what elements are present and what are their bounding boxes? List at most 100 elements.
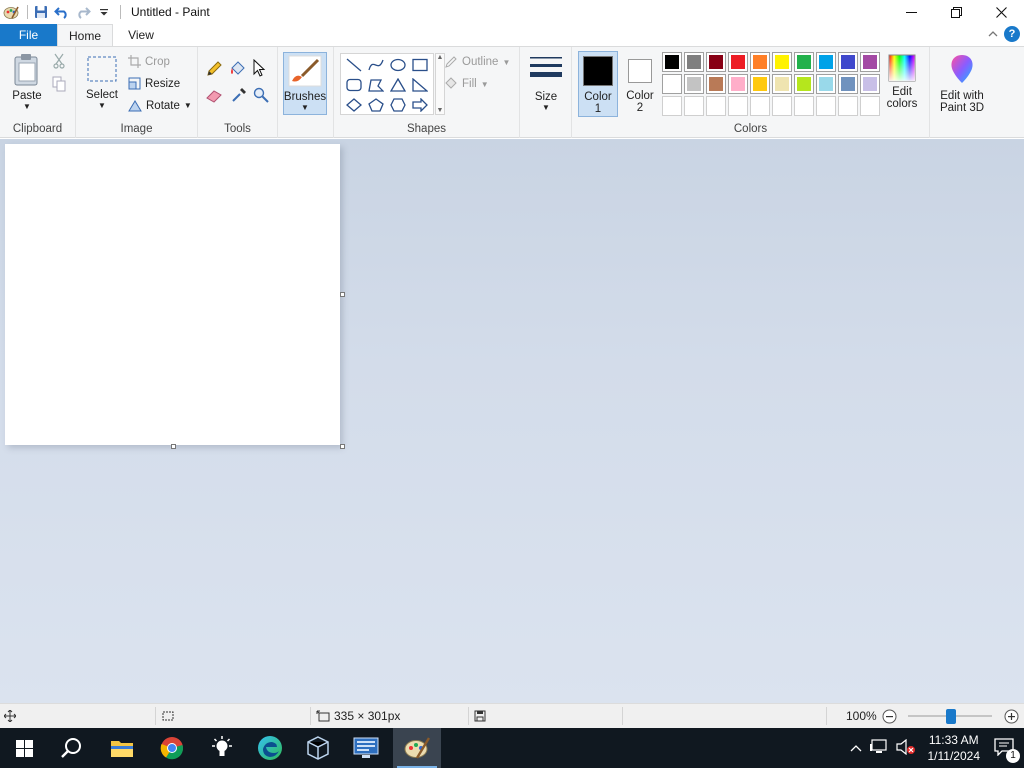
- palette-swatch[interactable]: [772, 74, 792, 94]
- custom-color-slot[interactable]: [684, 96, 704, 116]
- minimize-button[interactable]: [889, 0, 934, 24]
- palette-swatch[interactable]: [706, 74, 726, 94]
- save-icon[interactable]: [32, 3, 50, 21]
- drawing-canvas[interactable]: [5, 144, 340, 445]
- taskbar-paint[interactable]: [393, 728, 441, 768]
- zoom-in-icon[interactable]: [1004, 704, 1019, 728]
- clock[interactable]: 11:33 AM 1/11/2024: [928, 732, 981, 764]
- rounded-rectangle-shape-icon[interactable]: [344, 75, 364, 95]
- zoom-slider-thumb[interactable]: [946, 709, 956, 724]
- brushes-button[interactable]: Brushes ▼: [283, 52, 327, 115]
- eraser-icon[interactable]: [206, 89, 222, 106]
- custom-color-slot[interactable]: [816, 96, 836, 116]
- edit-colors-button[interactable]: Edit colors: [880, 53, 924, 110]
- palette-swatch[interactable]: [728, 52, 748, 72]
- size-button[interactable]: Size ▼: [526, 55, 566, 112]
- custom-color-slot[interactable]: [838, 96, 858, 116]
- edit-with-paint3d-button[interactable]: Edit with Paint 3D: [932, 53, 992, 114]
- taskbar-tips-app[interactable]: [198, 728, 246, 768]
- color2-button[interactable]: Color 2: [620, 51, 660, 117]
- canvas-workspace[interactable]: [0, 139, 1024, 703]
- zoom-out-icon[interactable]: [882, 704, 897, 728]
- palette-swatch[interactable]: [816, 74, 836, 94]
- outline-button[interactable]: Outline ▼: [444, 55, 510, 69]
- taskbar-remote-desktop[interactable]: [342, 728, 390, 768]
- palette-swatch[interactable]: [706, 52, 726, 72]
- hexagon-shape-icon[interactable]: [388, 95, 408, 115]
- taskbar-chrome[interactable]: [148, 728, 196, 768]
- custom-color-slot[interactable]: [794, 96, 814, 116]
- diamond-shape-icon[interactable]: [344, 95, 364, 115]
- canvas-resize-handle-bottom[interactable]: [171, 444, 176, 449]
- taskbar-edge[interactable]: [246, 728, 294, 768]
- scroll-up-icon[interactable]: ▲: [437, 54, 444, 61]
- paint-app-icon[interactable]: [2, 3, 20, 21]
- palette-swatch[interactable]: [772, 52, 792, 72]
- redo-icon[interactable]: [74, 3, 92, 21]
- text-tool-icon[interactable]: [253, 58, 269, 80]
- custom-color-slot[interactable]: [728, 96, 748, 116]
- palette-swatch[interactable]: [838, 74, 858, 94]
- color1-button[interactable]: Color 1: [578, 51, 618, 117]
- palette-swatch[interactable]: [728, 74, 748, 94]
- triangle-shape-icon[interactable]: [388, 75, 408, 95]
- start-button[interactable]: [0, 728, 48, 768]
- copy-icon[interactable]: [52, 76, 66, 95]
- scroll-down-icon[interactable]: ▼: [437, 107, 444, 114]
- custom-color-slot[interactable]: [750, 96, 770, 116]
- canvas-resize-handle-right[interactable]: [340, 292, 345, 297]
- right-triangle-shape-icon[interactable]: [410, 75, 430, 95]
- custom-color-slot[interactable]: [706, 96, 726, 116]
- pencil-icon[interactable]: [206, 61, 222, 80]
- pentagon-shape-icon[interactable]: [366, 95, 386, 115]
- palette-swatch[interactable]: [750, 52, 770, 72]
- customize-toolbar-icon[interactable]: [95, 3, 113, 21]
- right-arrow-shape-icon[interactable]: [410, 95, 430, 115]
- help-icon[interactable]: ?: [1004, 26, 1020, 42]
- taskbar-file-explorer[interactable]: [98, 728, 146, 768]
- palette-swatch[interactable]: [838, 52, 858, 72]
- collapse-ribbon-icon[interactable]: [988, 27, 998, 41]
- show-hidden-icons-icon[interactable]: [850, 741, 862, 755]
- cut-icon[interactable]: [52, 53, 66, 72]
- palette-swatch[interactable]: [816, 52, 836, 72]
- oval-shape-icon[interactable]: [388, 55, 408, 75]
- action-center-icon[interactable]: 1: [994, 737, 1020, 763]
- polygon-shape-icon[interactable]: [366, 75, 386, 95]
- crop-button[interactable]: Crop: [128, 55, 170, 68]
- select-button[interactable]: Select ▼: [82, 55, 122, 110]
- close-button[interactable]: [979, 0, 1024, 24]
- color-picker-icon[interactable]: [231, 87, 247, 106]
- taskbar-virtualbox[interactable]: [294, 728, 342, 768]
- palette-swatch[interactable]: [860, 74, 880, 94]
- rotate-button[interactable]: Rotate ▼: [128, 99, 192, 112]
- tab-view[interactable]: View: [113, 24, 169, 46]
- palette-swatch[interactable]: [684, 52, 704, 72]
- undo-icon[interactable]: [53, 3, 71, 21]
- fill-button[interactable]: Fill ▼: [444, 77, 489, 91]
- custom-color-slot[interactable]: [772, 96, 792, 116]
- palette-swatch[interactable]: [860, 52, 880, 72]
- network-icon[interactable]: [869, 738, 888, 758]
- palette-swatch[interactable]: [794, 74, 814, 94]
- tab-file[interactable]: File: [0, 24, 57, 46]
- canvas-resize-handle-corner[interactable]: [340, 444, 345, 449]
- rectangle-shape-icon[interactable]: [410, 55, 430, 75]
- palette-swatch[interactable]: [750, 74, 770, 94]
- custom-color-slot[interactable]: [662, 96, 682, 116]
- palette-swatch[interactable]: [662, 52, 682, 72]
- magnifier-icon[interactable]: [253, 87, 269, 106]
- line-shape-icon[interactable]: [344, 55, 364, 75]
- paste-button[interactable]: Paste ▼: [8, 53, 46, 111]
- resize-button[interactable]: Resize: [128, 77, 180, 90]
- palette-swatch[interactable]: [794, 52, 814, 72]
- palette-swatch[interactable]: [662, 74, 682, 94]
- curve-shape-icon[interactable]: [366, 55, 386, 75]
- fill-bucket-icon[interactable]: [229, 61, 247, 80]
- tab-home[interactable]: Home: [57, 24, 113, 47]
- custom-color-slot[interactable]: [860, 96, 880, 116]
- search-button[interactable]: [48, 728, 96, 768]
- volume-muted-icon[interactable]: [895, 738, 916, 758]
- restore-button[interactable]: [934, 0, 979, 24]
- palette-swatch[interactable]: [684, 74, 704, 94]
